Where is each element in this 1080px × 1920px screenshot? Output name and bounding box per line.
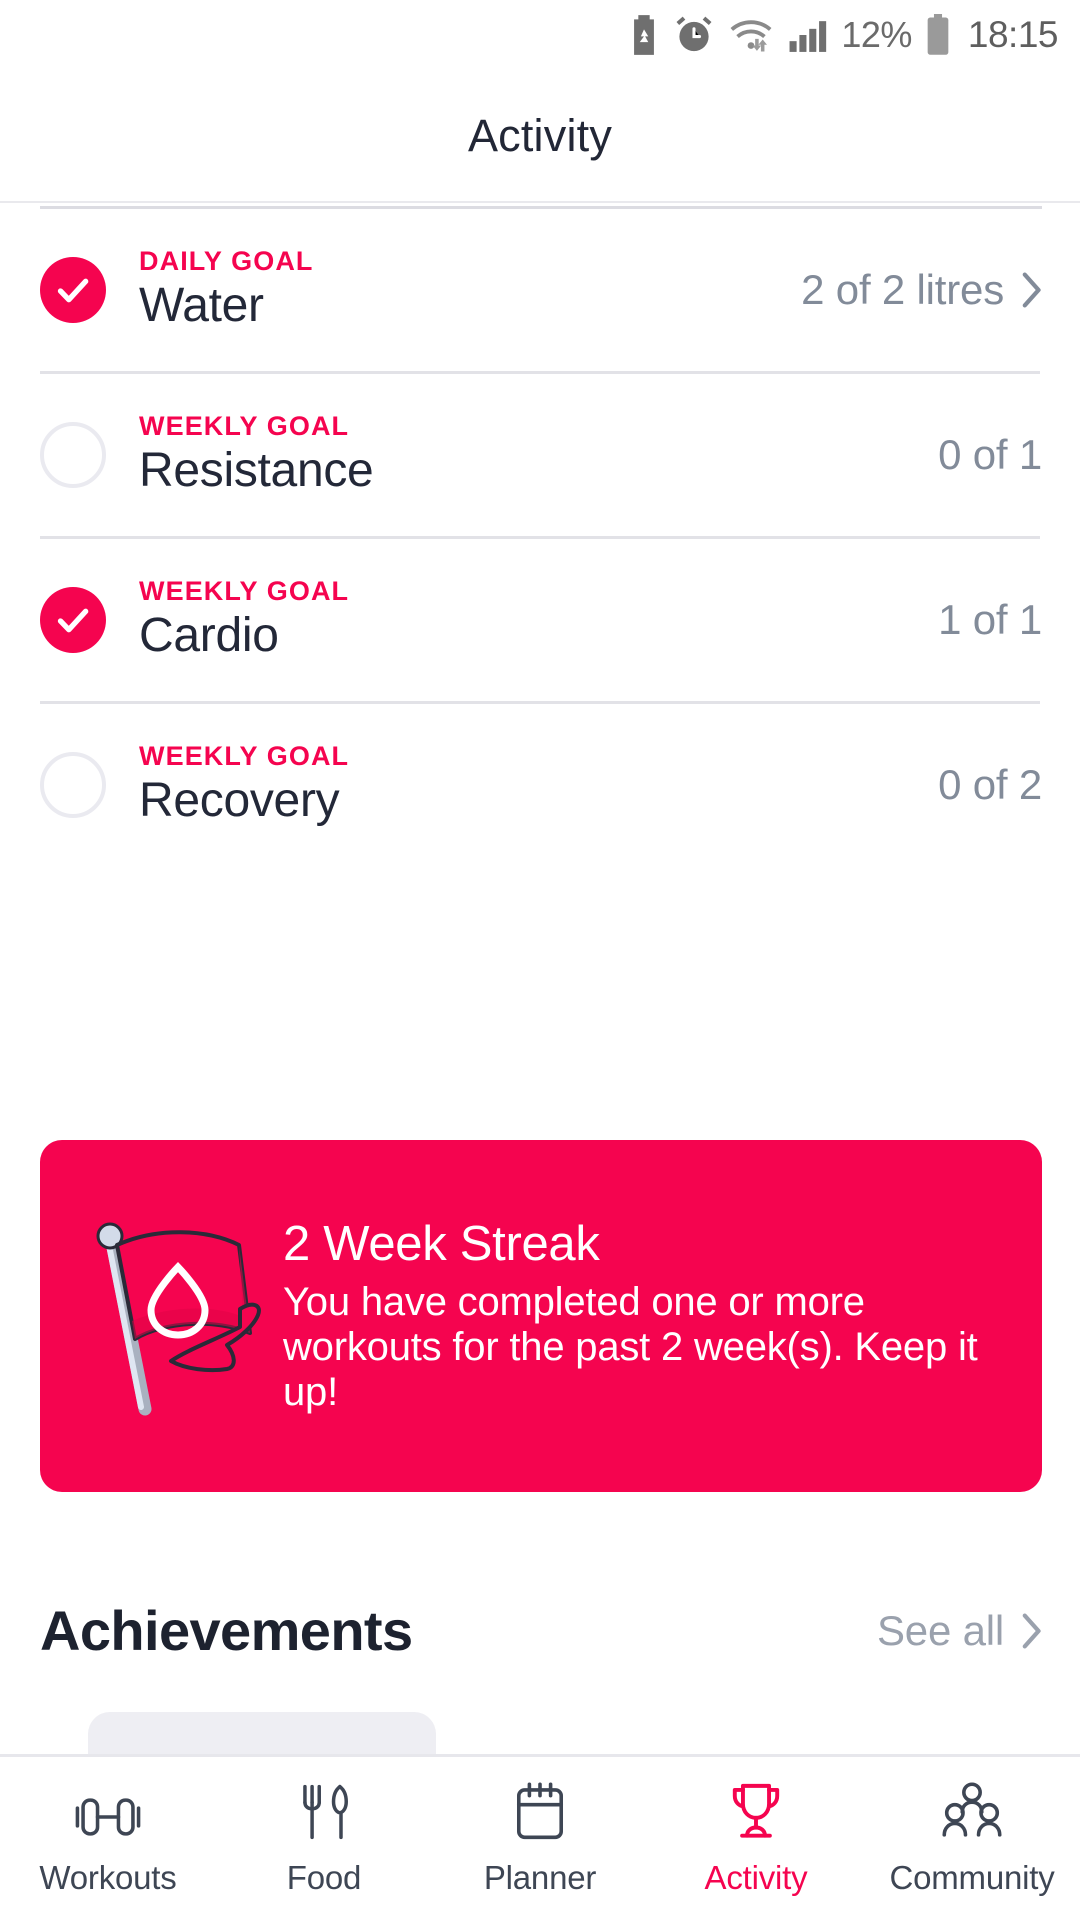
nav-item-community[interactable]: Community bbox=[864, 1757, 1080, 1920]
streak-title: 2 Week Streak bbox=[283, 1217, 600, 1272]
goal-value: 1 of 1 bbox=[938, 596, 1042, 643]
goal-name: Recovery bbox=[139, 774, 340, 828]
nav-label: Planner bbox=[483, 1858, 597, 1896]
streak-copy: 2 Week Streak You have completed one or … bbox=[283, 1217, 1042, 1414]
goal-row-resistance[interactable]: WEEKLY GOAL Resistance 0 of 1 bbox=[0, 374, 1080, 536]
nav-label: Community bbox=[889, 1858, 1055, 1896]
chevron-right-icon bbox=[1022, 1612, 1042, 1649]
goal-list: DAILY GOAL Water 2 of 2 litres WEEKLY GO… bbox=[0, 209, 1080, 866]
goal-row-water[interactable]: DAILY GOAL Water 2 of 2 litres bbox=[0, 209, 1080, 371]
goal-value: 2 of 2 litres bbox=[801, 266, 1004, 313]
nav-item-workouts[interactable]: Workouts bbox=[0, 1757, 216, 1920]
cutlery-icon bbox=[297, 1781, 351, 1843]
goal-value: 0 of 1 bbox=[938, 431, 1042, 478]
goal-name: Water bbox=[139, 279, 264, 333]
achievements-title: Achievements bbox=[40, 1599, 413, 1662]
see-all-label: See all bbox=[876, 1606, 1004, 1654]
battery-icon bbox=[925, 14, 951, 56]
goal-name: Cardio bbox=[139, 609, 279, 663]
page-title: Activity bbox=[467, 110, 613, 161]
goal-labels: WEEKLY GOAL Cardio bbox=[139, 577, 349, 663]
streak-body: You have completed one or more workouts … bbox=[283, 1280, 978, 1414]
calendar-icon bbox=[510, 1781, 570, 1843]
nav-item-planner[interactable]: Planner bbox=[432, 1757, 648, 1920]
goal-progress: 0 of 1 bbox=[938, 431, 1042, 479]
flag-with-water-drop-icon bbox=[62, 1209, 277, 1424]
nav-label: Workouts bbox=[39, 1858, 177, 1896]
achievements-header: Achievements See all bbox=[40, 1598, 1042, 1663]
status-bar: 12% 18:15 bbox=[0, 0, 1080, 70]
goal-status-empty-icon[interactable] bbox=[40, 422, 106, 488]
app-screen: 12% 18:15 Activity DAILY GOAL Water 2 of… bbox=[0, 0, 1080, 1920]
see-all-button[interactable]: See all bbox=[877, 1607, 1042, 1655]
wifi-icon bbox=[727, 15, 775, 55]
goal-status-check-icon[interactable] bbox=[40, 587, 106, 653]
goal-status-empty-icon[interactable] bbox=[40, 752, 106, 818]
dumbbell-icon bbox=[71, 1781, 145, 1843]
header-divider bbox=[0, 201, 1080, 203]
people-icon bbox=[937, 1781, 1007, 1843]
battery-percent-label: 12% bbox=[841, 14, 912, 55]
nav-label: Activity bbox=[704, 1858, 808, 1896]
nav-item-food[interactable]: Food bbox=[216, 1757, 432, 1920]
goal-kicker: DAILY GOAL bbox=[139, 245, 314, 276]
goal-labels: WEEKLY GOAL Resistance bbox=[139, 410, 374, 498]
nav-item-activity[interactable]: Activity bbox=[648, 1757, 864, 1920]
bottom-navigation-bar: Workouts Food Planner Activity Community bbox=[0, 1754, 1080, 1920]
goal-kicker: WEEKLY GOAL bbox=[139, 575, 350, 606]
goal-name: Resistance bbox=[139, 444, 374, 498]
goal-labels: DAILY GOAL Water bbox=[139, 247, 314, 333]
clock-time-label: 18:15 bbox=[967, 14, 1059, 55]
cellular-signal-icon bbox=[788, 15, 828, 55]
streak-card[interactable]: 2 Week Streak You have completed one or … bbox=[40, 1140, 1042, 1492]
goal-value: 0 of 2 bbox=[938, 761, 1042, 808]
page-header: Activity bbox=[0, 70, 1080, 202]
goal-kicker: WEEKLY GOAL bbox=[139, 410, 350, 441]
chevron-right-icon[interactable] bbox=[1022, 272, 1042, 308]
goal-row-cardio[interactable]: WEEKLY GOAL Cardio 1 of 1 bbox=[0, 539, 1080, 701]
nav-label: Food bbox=[286, 1858, 362, 1896]
goal-kicker: WEEKLY GOAL bbox=[139, 740, 350, 771]
goal-labels: WEEKLY GOAL Recovery bbox=[139, 742, 349, 828]
trophy-icon bbox=[726, 1781, 786, 1843]
battery-saver-icon bbox=[627, 15, 661, 55]
alarm-clock-icon bbox=[674, 15, 714, 55]
goal-status-check-icon[interactable] bbox=[40, 257, 106, 323]
goal-progress: 2 of 2 litres bbox=[801, 266, 1042, 314]
goal-row-recovery[interactable]: WEEKLY GOAL Recovery 0 of 2 bbox=[0, 704, 1080, 866]
goal-progress: 0 of 2 bbox=[938, 761, 1042, 809]
goal-progress: 1 of 1 bbox=[938, 596, 1042, 644]
